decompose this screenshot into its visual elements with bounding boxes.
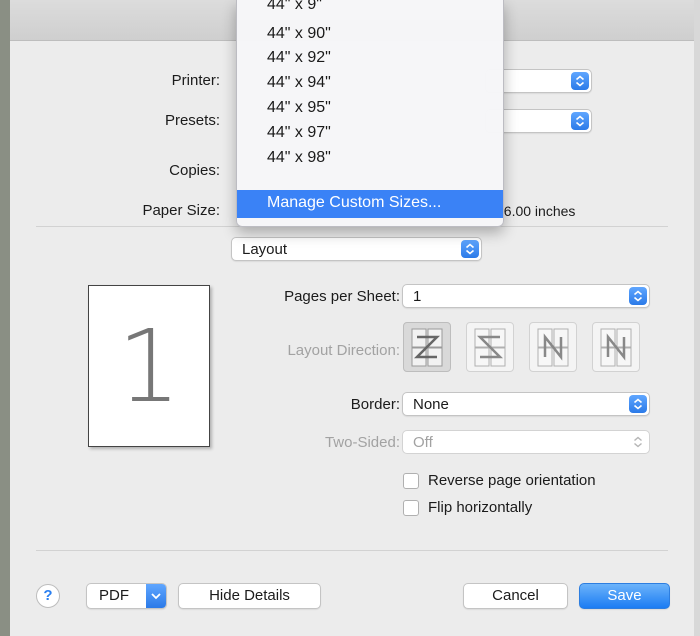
page-preview: 1 (88, 285, 210, 447)
section-popup-value: Layout (242, 241, 288, 258)
paper-size-dimensions: 16.00 inches (496, 203, 576, 219)
paper-size-label: Paper Size: (142, 202, 220, 219)
pages-per-sheet-value: 1 (413, 288, 422, 305)
direction-z-button[interactable] (403, 322, 451, 372)
manage-custom-sizes-label: Manage Custom Sizes... (267, 194, 442, 211)
direction-s-button[interactable] (466, 322, 514, 372)
updown-chevron-icon (571, 72, 589, 90)
paper-size-menu: 44" x 9" 44" x 90" 44" x 92" 44" x 94" 4… (236, 0, 504, 227)
updown-chevron-icon (629, 395, 647, 413)
chevron-down-icon (146, 584, 166, 608)
paper-size-option[interactable]: 44" x 95" (267, 99, 331, 117)
hide-details-button[interactable]: Hide Details (178, 583, 321, 609)
printer-label: Printer: (171, 72, 220, 89)
direction-n-icon (600, 328, 632, 367)
save-button[interactable]: Save (579, 583, 670, 609)
border-label: Border: (350, 396, 400, 413)
updown-chevron-icon (629, 287, 647, 305)
paper-size-option[interactable]: 44" x 90" (267, 25, 331, 43)
pages-per-sheet-popup[interactable]: 1 (402, 284, 650, 308)
flip-horizontally-checkbox[interactable] (403, 500, 419, 516)
two-sided-value: Off (413, 434, 433, 451)
paper-size-option[interactable]: 44" x 97" (267, 124, 331, 142)
updown-chevron-icon (571, 112, 589, 130)
direction-n-reverse-icon (537, 328, 569, 367)
manage-custom-sizes-item[interactable]: Manage Custom Sizes... (237, 190, 503, 218)
paper-size-option[interactable]: 44" x 92" (267, 49, 331, 67)
direction-n-button[interactable] (592, 322, 640, 372)
paper-size-option[interactable]: 44" x 98" (267, 149, 331, 167)
bottom-separator (36, 550, 668, 551)
paper-size-option[interactable]: 44" x 9" (267, 0, 322, 14)
updown-chevron-icon (629, 433, 647, 451)
cancel-button[interactable]: Cancel (463, 583, 568, 609)
updown-chevron-icon (461, 240, 479, 258)
border-popup[interactable]: None (402, 392, 650, 416)
preview-page-number: 1 (117, 308, 181, 425)
reverse-orientation-label: Reverse page orientation (428, 472, 596, 489)
paper-size-option[interactable]: 44" x 94" (267, 74, 331, 92)
help-button[interactable]: ? (36, 584, 60, 608)
section-popup[interactable]: Layout (231, 237, 482, 261)
copies-label: Copies: (169, 162, 220, 179)
border-value: None (413, 396, 449, 413)
direction-s-icon (474, 328, 506, 367)
direction-n-reverse-button[interactable] (529, 322, 577, 372)
direction-z-icon (411, 328, 443, 367)
two-sided-popup[interactable]: Off (402, 430, 650, 454)
pdf-menu-button[interactable]: PDF (86, 583, 167, 609)
print-dialog: Printer: Presets: Copies: Paper Size: 16… (10, 0, 694, 636)
flip-horizontally-label: Flip horizontally (428, 499, 533, 516)
layout-direction-label: Layout Direction: (287, 342, 400, 359)
pages-per-sheet-label: Pages per Sheet: (284, 288, 400, 305)
pdf-button-label: PDF (99, 587, 129, 604)
presets-label: Presets: (164, 112, 220, 129)
desktop-background-strip (0, 0, 10, 636)
two-sided-label: Two-Sided: (324, 434, 400, 451)
reverse-orientation-checkbox[interactable] (403, 473, 419, 489)
